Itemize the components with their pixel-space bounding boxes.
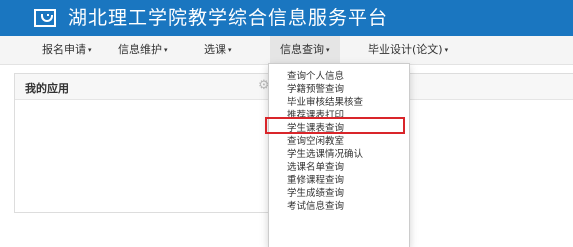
- highlight-box: [265, 117, 405, 134]
- menu-item-selection-confirm[interactable]: 学生选课情况确认: [287, 148, 363, 161]
- right-panel-header: [409, 74, 573, 100]
- school-logo-icon: [34, 9, 56, 26]
- nav-item-graduation-thesis[interactable]: 毕业设计(论文) ▾: [368, 36, 448, 64]
- panel-header: 我的应用: [15, 74, 269, 100]
- nav-label: 信息查询: [280, 43, 324, 56]
- nav-label: 报名申请: [42, 43, 86, 56]
- nav-item-registration[interactable]: 报名申请 ▾: [42, 36, 92, 64]
- menu-item-retake-courses[interactable]: 重修课程查询: [287, 174, 344, 187]
- menu-item-selection-list[interactable]: 选课名单查询: [287, 161, 344, 174]
- menu-item-status-warning[interactable]: 学籍预警查询: [287, 83, 344, 96]
- chevron-down-icon: ▾: [444, 46, 449, 54]
- nav-item-info-maintenance[interactable]: 信息维护 ▾: [118, 36, 168, 64]
- right-panel: [408, 73, 573, 213]
- nav-label: 选课: [204, 43, 226, 56]
- menu-item-grades[interactable]: 学生成绩查询: [287, 187, 344, 200]
- my-apps-panel: 我的应用: [14, 73, 270, 213]
- menu-item-exam-info[interactable]: 考试信息查询: [287, 200, 344, 213]
- nav-label: 信息维护: [118, 43, 162, 56]
- info-query-dropdown: 查询个人信息 学籍预警查询 毕业审核结果核查 推荐课表打印 学生课表查询 查询空…: [268, 63, 410, 247]
- chevron-down-icon: ▾: [326, 46, 330, 54]
- top-header: 湖北理工学院教学综合信息服务平台: [0, 0, 573, 36]
- site-title: 湖北理工学院教学综合信息服务平台: [68, 7, 389, 29]
- nav-item-info-query[interactable]: 信息查询 ▾: [270, 36, 340, 64]
- chevron-down-icon: ▾: [228, 46, 232, 54]
- menu-item-personal-info[interactable]: 查询个人信息: [287, 70, 344, 83]
- logo-base: [34, 25, 56, 27]
- main-nav: 报名申请 ▾ 信息维护 ▾ 选课 ▾ 信息查询 ▾ 毕业设计(论文) ▾: [0, 36, 573, 65]
- chevron-down-icon: ▾: [88, 46, 92, 54]
- nav-label: 毕业设计(论文): [368, 43, 443, 56]
- panel-title: 我的应用: [25, 82, 69, 95]
- chevron-down-icon: ▾: [164, 46, 168, 54]
- menu-item-free-classroom[interactable]: 查询空闲教室: [287, 135, 344, 148]
- nav-item-course-selection[interactable]: 选课 ▾: [204, 36, 232, 64]
- menu-item-graduation-audit[interactable]: 毕业审核结果核查: [287, 96, 363, 109]
